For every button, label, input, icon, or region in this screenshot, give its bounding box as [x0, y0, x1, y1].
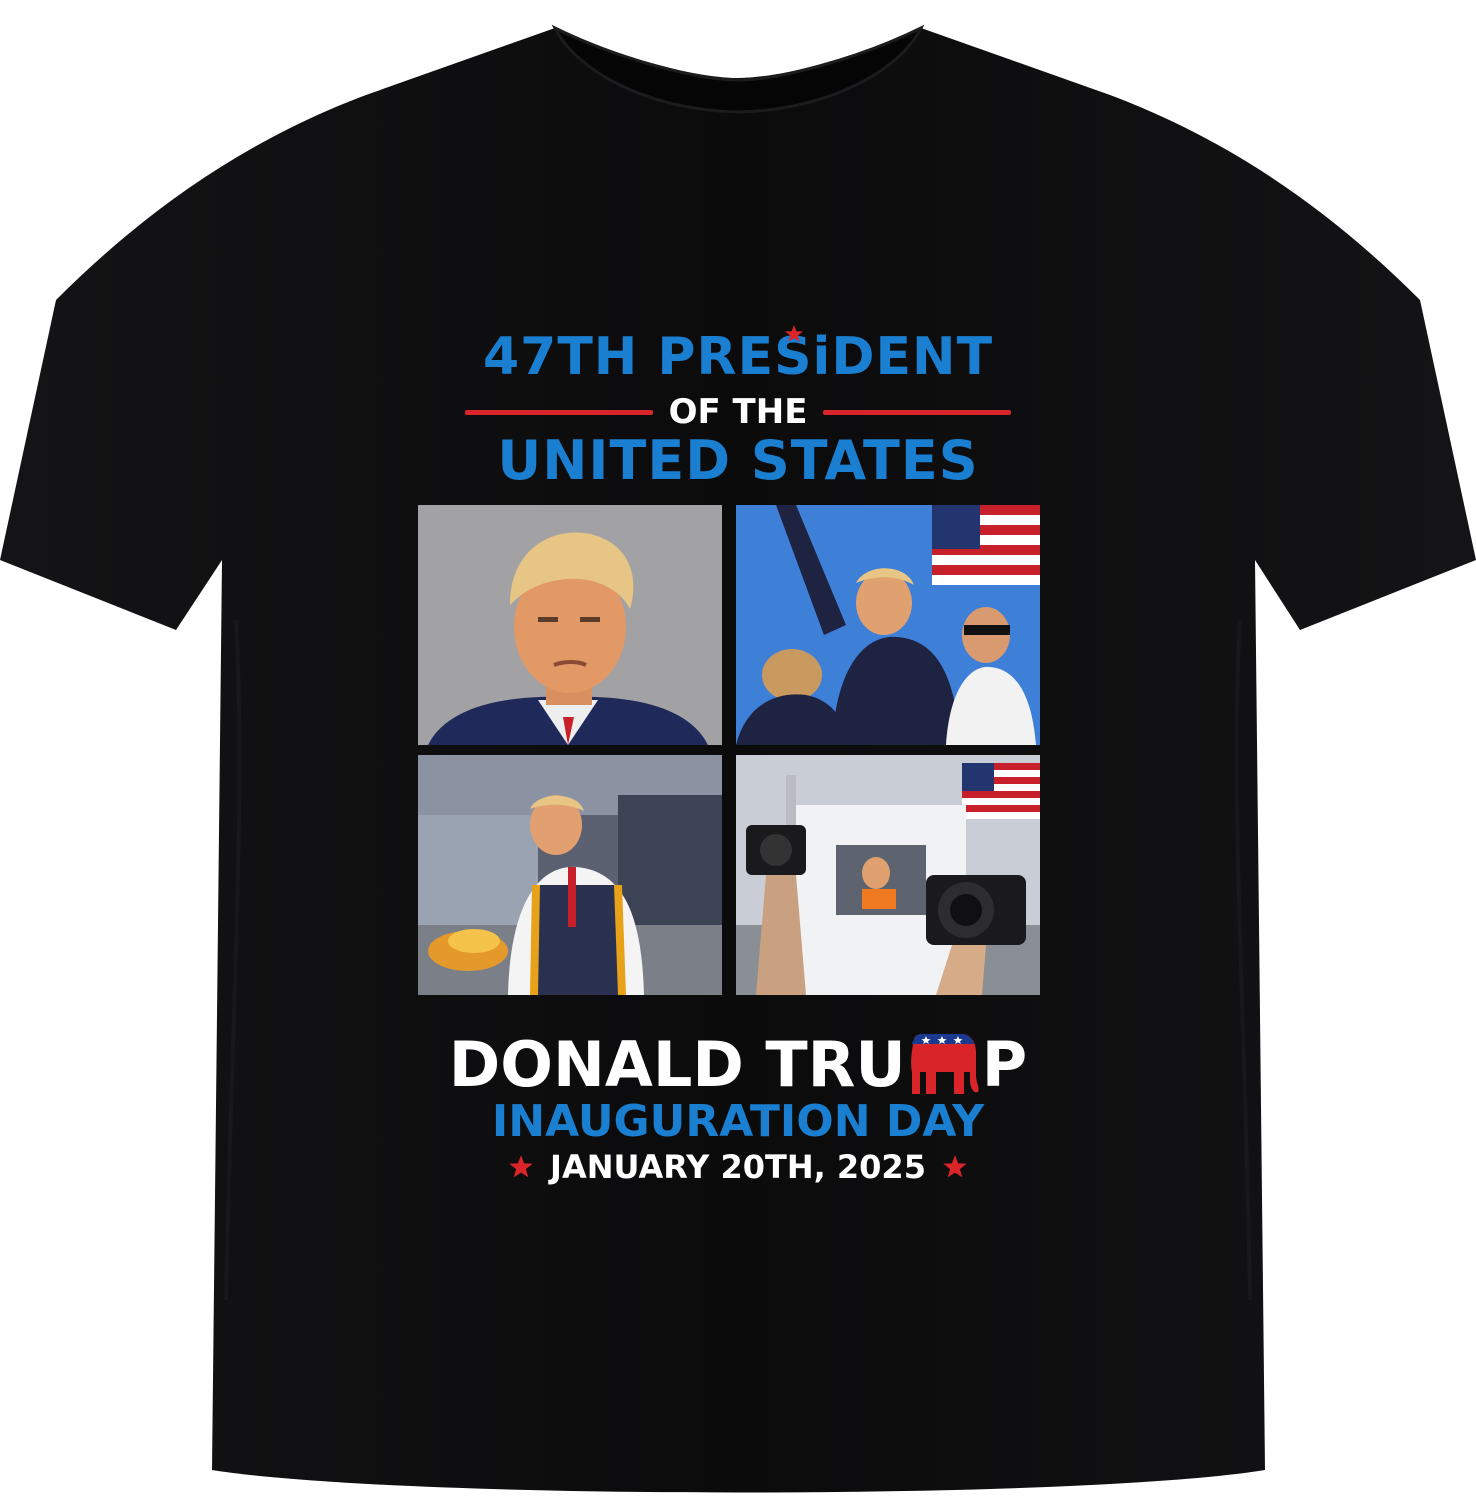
headline-line1: 47TH PRESiDENT [482, 327, 994, 387]
footer-date: JANUARY 20TH, 2025 [550, 1148, 926, 1186]
divider-right [823, 409, 1012, 415]
headline-line3: UNITED STATES [497, 429, 979, 492]
photo-rally [736, 505, 1040, 745]
star-icon [785, 325, 803, 342]
footer-name-prefix: DONALD TRU [448, 1027, 906, 1101]
footer-name-suffix: P [981, 1027, 1028, 1101]
photo-mugshot [418, 505, 722, 745]
photo-kitchen [418, 755, 722, 995]
headline-line2-row: OF THE [380, 390, 1096, 434]
footer-date-row: JANUARY 20TH, 2025 [380, 1142, 1096, 1192]
photo-grid [418, 505, 1042, 995]
print-design: 47TH PRESiDENT OF THE UNITED STATES [380, 322, 1096, 1002]
headline-line2: OF THE [668, 392, 808, 432]
star-icon [509, 1155, 533, 1178]
divider-left [464, 409, 653, 415]
star-icon [943, 1155, 967, 1178]
photo-truck [736, 755, 1040, 995]
republican-elephant-icon [910, 1034, 979, 1094]
footer-name-row: DONALD TRU P [380, 1027, 1096, 1101]
